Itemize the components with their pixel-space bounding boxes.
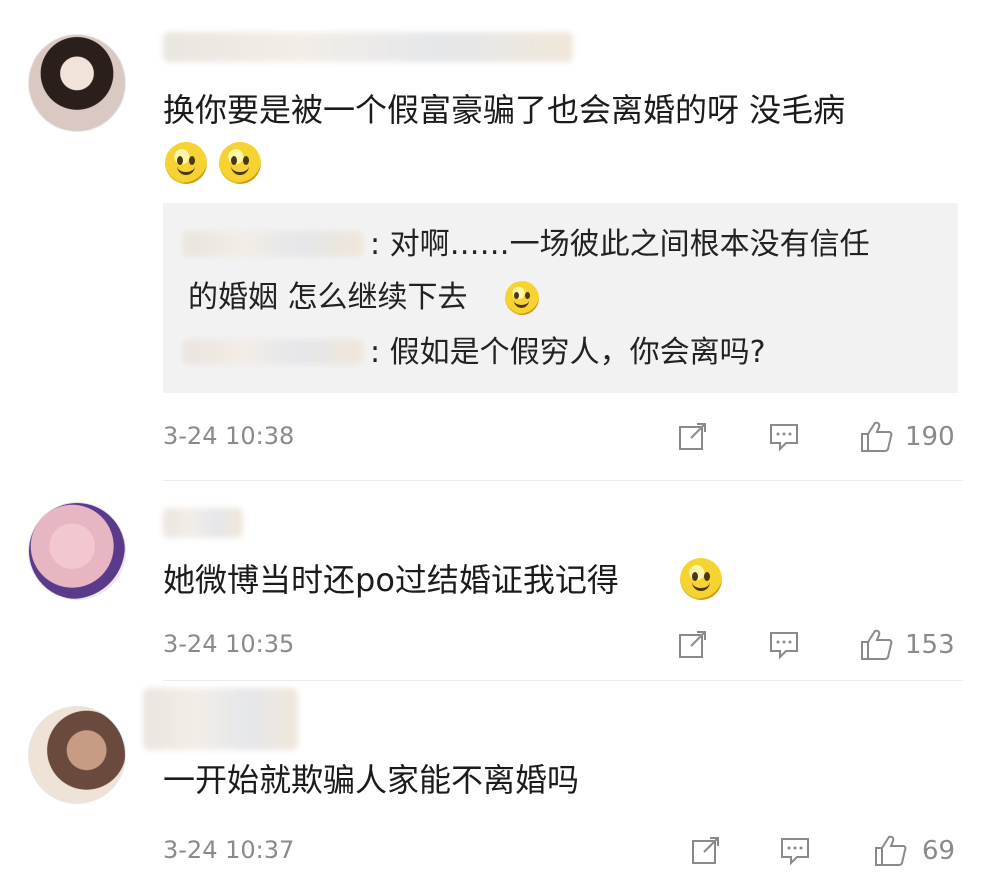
comment-icon[interactable] <box>768 420 800 452</box>
timestamp: 3-24 10:35 <box>163 630 295 658</box>
smile-emoji-icon <box>165 142 207 184</box>
username-blurred[interactable] <box>143 688 298 750</box>
avatar[interactable] <box>28 34 126 132</box>
share-icon[interactable] <box>690 834 722 866</box>
comment-item: 换你要是被一个假富豪骗了也会离婚的呀 没毛病 : 对啊……一场彼此之间根本没有信… <box>0 0 990 480</box>
username-blurred[interactable] <box>163 508 243 538</box>
avatar[interactable] <box>28 502 126 600</box>
comment-text: 换你要是被一个假富豪骗了也会离婚的呀 没毛病 <box>163 91 846 129</box>
like-count: 69 <box>922 836 956 866</box>
thumbs-up-icon[interactable] <box>858 418 894 454</box>
comment-icon[interactable] <box>768 628 800 660</box>
comment-text: 一开始就欺骗人家能不离婚吗 <box>163 761 580 799</box>
timestamp: 3-24 10:38 <box>163 422 295 450</box>
timestamp: 3-24 10:37 <box>163 836 295 864</box>
comment-text: 她微博当时还po过结婚证我记得 <box>163 561 619 599</box>
reply-username-blurred[interactable] <box>183 231 363 257</box>
laugh-emoji-icon <box>505 281 539 315</box>
username-blurred[interactable] <box>163 32 573 62</box>
comment-icon[interactable] <box>779 834 811 866</box>
reply-preview-box[interactable]: : 对啊……一场彼此之间根本没有信任 的婚姻 怎么继续下去 : 假如是个假穷人，… <box>163 203 958 393</box>
thumbs-up-icon[interactable] <box>858 626 894 662</box>
smile-emoji-icon <box>219 142 261 184</box>
share-icon[interactable] <box>677 628 709 660</box>
reply-text: : 对啊……一场彼此之间根本没有信任 <box>370 227 870 262</box>
avatar[interactable] <box>28 706 126 804</box>
comment-item: 一开始就欺骗人家能不离婚吗 3-24 10:37 69 <box>0 680 990 886</box>
reply-text: : 假如是个假穷人，你会离吗? <box>370 335 766 370</box>
comment-item: 她微博当时还po过结婚证我记得 3-24 10:35 153 <box>0 480 990 680</box>
share-icon[interactable] <box>677 420 709 452</box>
reply-text-continued: 的婚姻 怎么继续下去 <box>188 280 468 315</box>
glasses-emoji-icon <box>680 558 722 600</box>
reply-username-blurred[interactable] <box>183 339 363 365</box>
thumbs-up-icon[interactable] <box>872 832 908 868</box>
like-count: 190 <box>905 422 955 452</box>
like-count: 153 <box>905 630 955 660</box>
